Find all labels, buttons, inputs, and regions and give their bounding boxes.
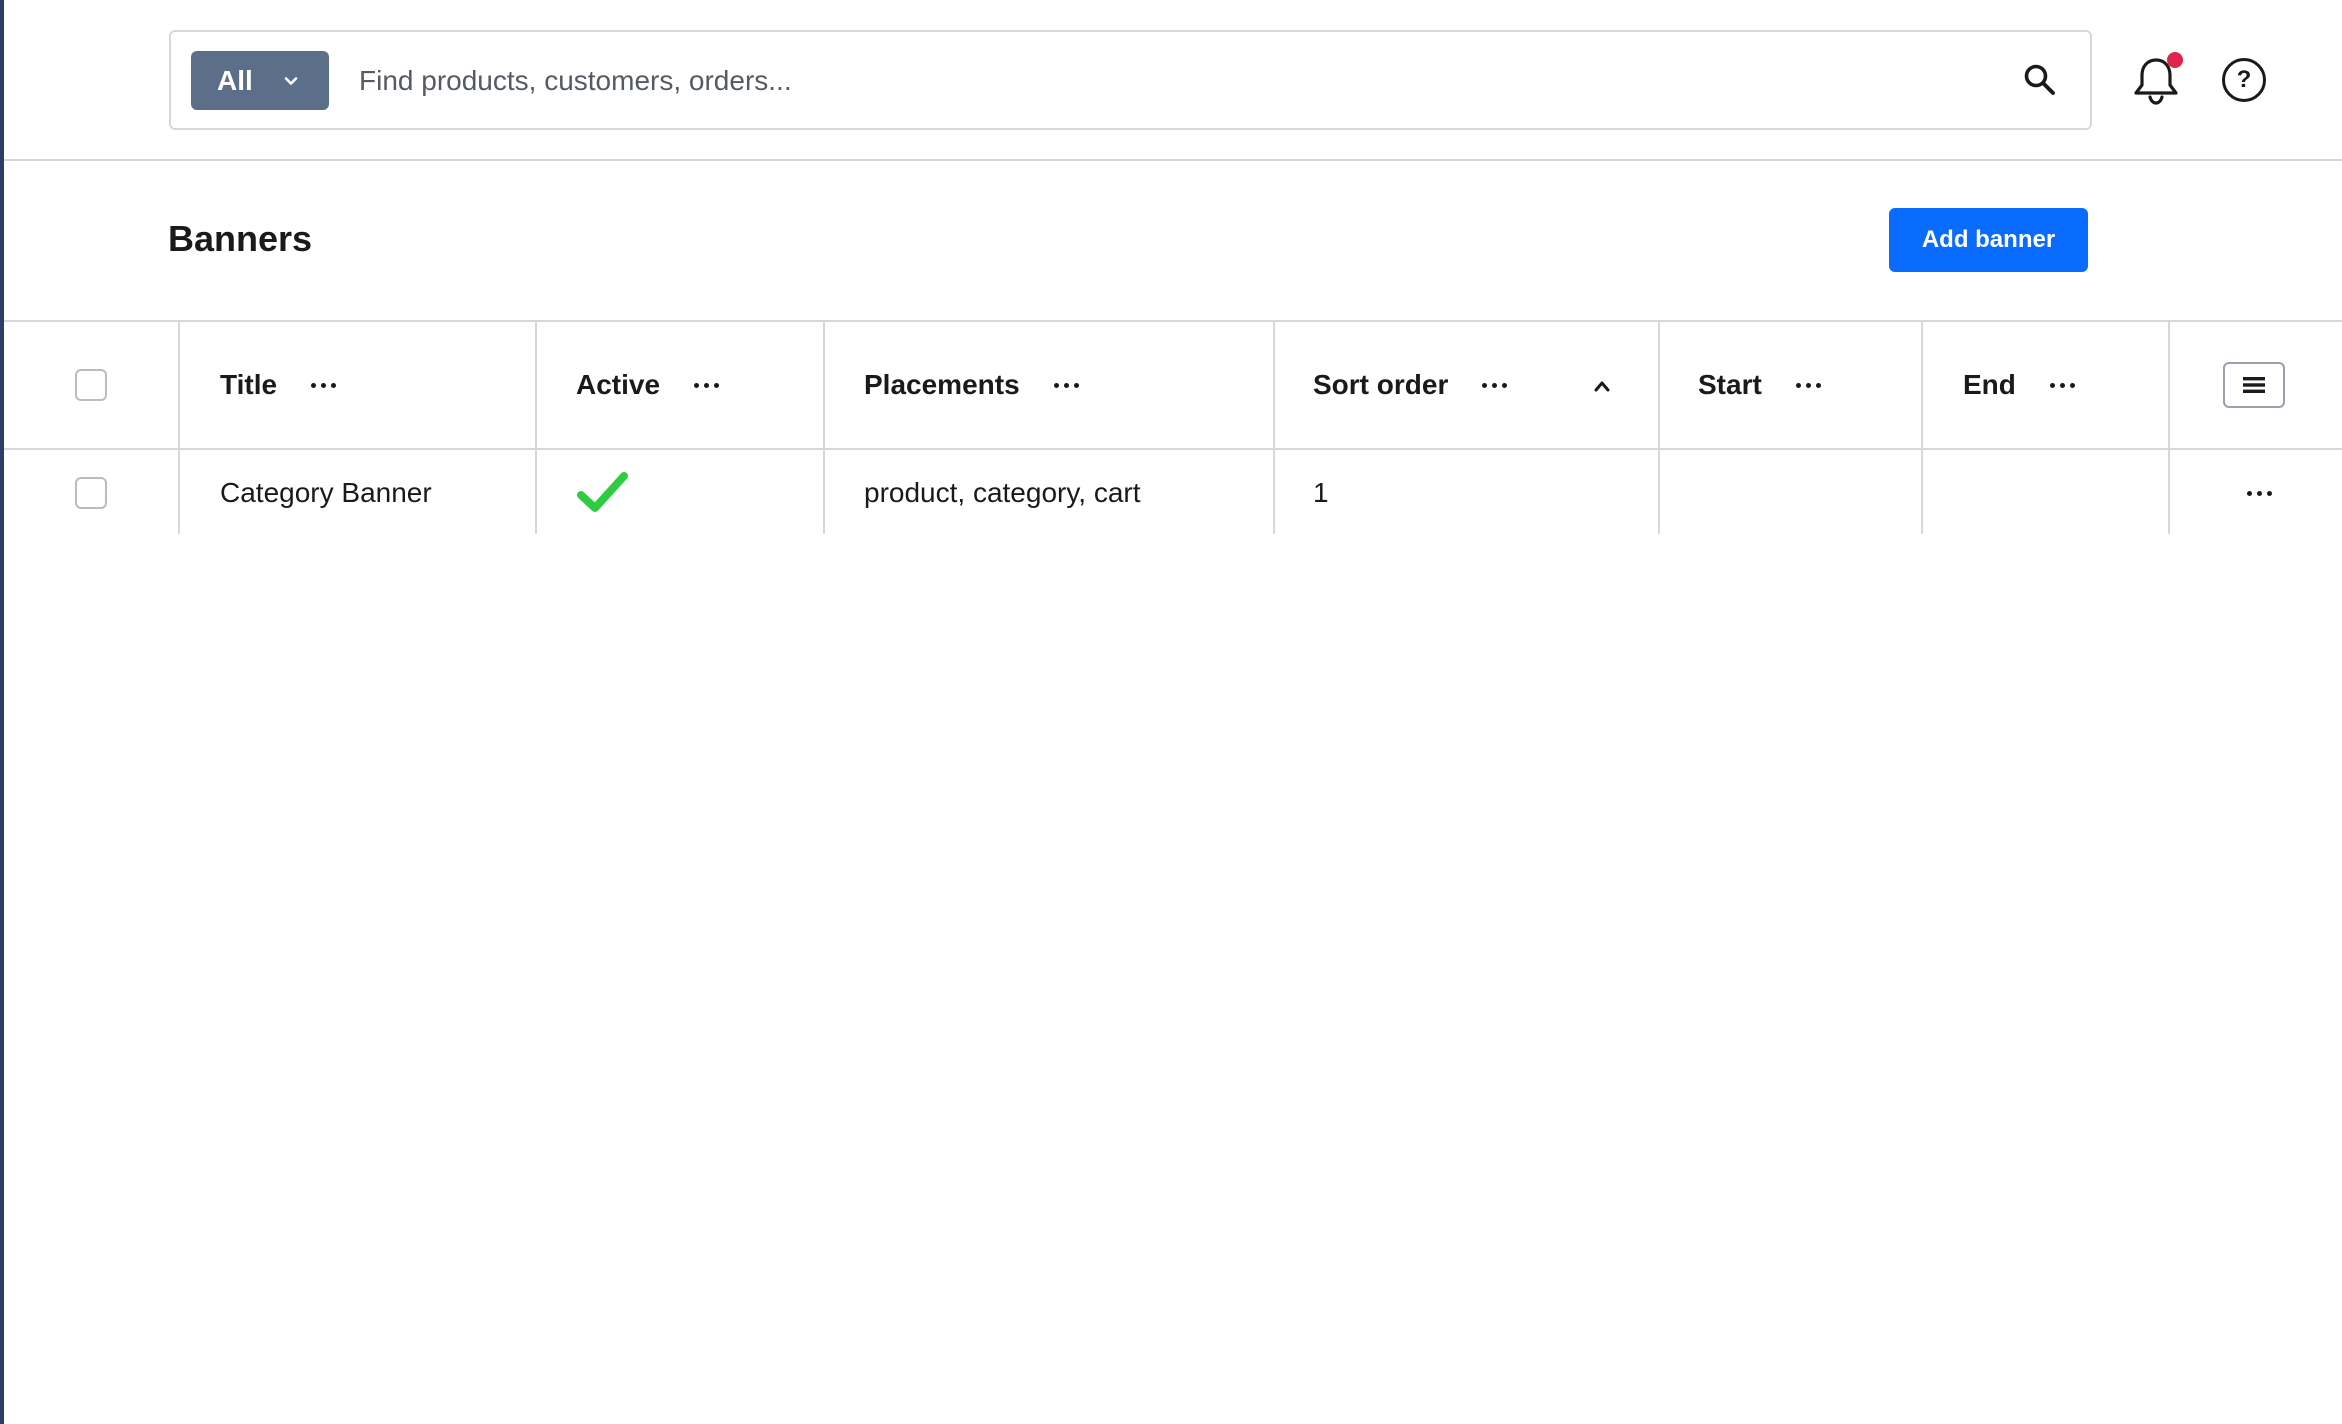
column-settings-button[interactable]: [2223, 362, 2285, 408]
cell-active: [577, 450, 629, 536]
banner-sort-order: 1: [1313, 477, 1329, 508]
row-actions-button[interactable]: [2247, 450, 2272, 536]
banner-title: Category Banner: [220, 477, 432, 508]
column-header-label: End: [1963, 369, 2016, 400]
column-header-end[interactable]: End: [1963, 322, 2075, 448]
search-scope-select[interactable]: All: [191, 51, 329, 110]
select-all-checkbox[interactable]: [75, 369, 107, 401]
row-select-cell: [75, 450, 107, 536]
search-input[interactable]: [359, 52, 1859, 110]
table-columns-cell: [2223, 322, 2285, 448]
top-bar: All ?: [4, 0, 2342, 161]
help-circle-icon: ?: [2236, 66, 2252, 93]
more-horizontal-icon[interactable]: [1482, 382, 1508, 388]
banners-table: Title Active Placements Sort order Start…: [4, 320, 2342, 534]
cell-title: Category Banner: [220, 450, 432, 536]
more-horizontal-icon[interactable]: [311, 382, 337, 388]
column-header-active[interactable]: Active: [576, 322, 720, 448]
notification-badge: [2167, 52, 2183, 68]
more-horizontal-icon[interactable]: [694, 382, 720, 388]
column-header-title[interactable]: Title: [220, 322, 337, 448]
cell-placements: product, category, cart: [864, 450, 1141, 536]
chevron-down-icon: [284, 77, 298, 85]
more-horizontal-icon[interactable]: [1795, 382, 1821, 388]
left-rail: [0, 0, 4, 1424]
help-button[interactable]: ?: [2222, 58, 2266, 102]
global-search: All: [169, 30, 2092, 130]
column-header-sort-order[interactable]: Sort order: [1313, 322, 1508, 448]
search-scope-label: All: [217, 64, 253, 96]
banner-placements: product, category, cart: [864, 477, 1141, 508]
search-button[interactable]: [2020, 60, 2060, 100]
menu-icon: [2243, 377, 2265, 393]
cell-sort-order: 1: [1313, 450, 1329, 536]
column-header-placements[interactable]: Placements: [864, 322, 1079, 448]
table-header-row: Title Active Placements Sort order Start…: [4, 322, 2342, 450]
column-header-label: Start: [1698, 369, 1762, 400]
column-header-label: Title: [220, 369, 278, 400]
row-checkbox[interactable]: [75, 477, 107, 509]
column-header-label: Sort order: [1313, 369, 1449, 400]
column-header-start[interactable]: Start: [1698, 322, 1821, 448]
more-horizontal-icon[interactable]: [1053, 382, 1079, 388]
checkmark-icon: [577, 472, 628, 512]
column-header-label: Placements: [864, 369, 1020, 400]
table-row[interactable]: Category Banner product, category, cart …: [4, 450, 2342, 536]
more-horizontal-icon: [2247, 490, 2272, 496]
select-all-cell: [75, 322, 107, 448]
chevron-up-icon[interactable]: [1592, 379, 1612, 393]
search-icon: [2024, 64, 2055, 95]
add-banner-button[interactable]: Add banner: [1889, 208, 2088, 272]
more-horizontal-icon[interactable]: [2049, 382, 2075, 388]
page-title: Banners: [168, 218, 313, 259]
column-header-label: Active: [576, 369, 661, 400]
